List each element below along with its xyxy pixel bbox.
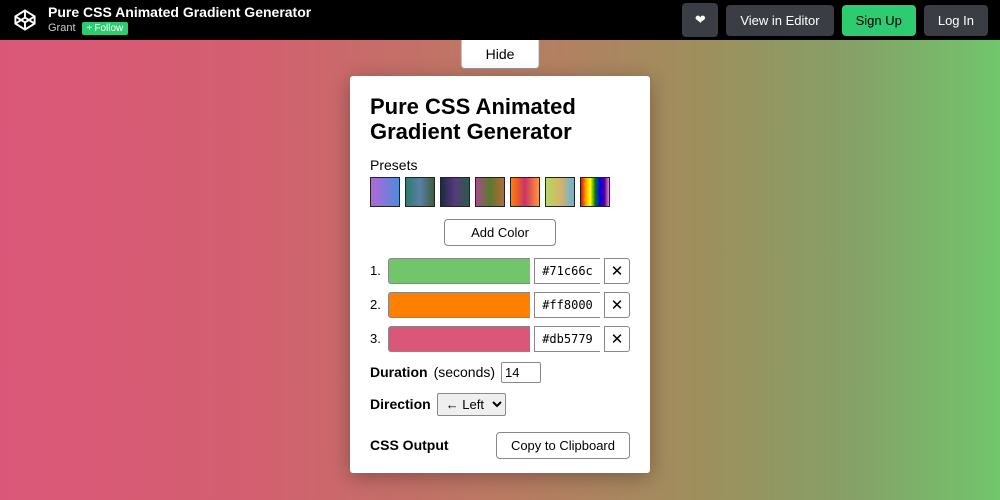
color-hex-1[interactable]: #71c66c [534, 258, 600, 284]
close-icon: ✕ [611, 296, 624, 314]
author-name[interactable]: Grant [48, 22, 76, 34]
login-button[interactable]: Log In [924, 5, 988, 36]
duration-label: Duration [370, 364, 428, 380]
preset-6[interactable] [545, 177, 575, 207]
close-icon: ✕ [611, 262, 624, 280]
preset-2[interactable] [405, 177, 435, 207]
view-editor-button[interactable]: View in Editor [726, 5, 833, 36]
color-index: 1. [370, 263, 384, 278]
heart-button[interactable]: ❤ [682, 3, 718, 37]
direction-select[interactable]: ← Left [437, 393, 506, 416]
color-index: 2. [370, 297, 384, 312]
pen-title: Pure CSS Animated Gradient Generator [48, 5, 311, 20]
duration-input[interactable] [501, 362, 541, 383]
follow-button[interactable]: + Follow [82, 22, 129, 35]
heart-icon: ❤ [695, 12, 706, 28]
output-row: CSS Output Copy to Clipboard [370, 432, 630, 459]
css-output-label: CSS Output [370, 437, 449, 453]
color-swatch-2[interactable] [388, 292, 530, 318]
color-hex-2[interactable]: #ff8000 [534, 292, 600, 318]
remove-color-2-button[interactable]: ✕ [604, 292, 630, 318]
copy-clipboard-button[interactable]: Copy to Clipboard [496, 432, 630, 459]
header-left: Pure CSS Animated Gradient Generator Gra… [12, 5, 311, 34]
color-swatch-1[interactable] [388, 258, 530, 284]
preset-1[interactable] [370, 177, 400, 207]
preset-7[interactable] [580, 177, 610, 207]
title-block: Pure CSS Animated Gradient Generator Gra… [48, 5, 311, 34]
duration-row: Duration (seconds) [370, 362, 630, 383]
preset-5[interactable] [510, 177, 540, 207]
control-panel: Pure CSS Animated Gradient Generator Pre… [350, 76, 650, 473]
codepen-logo-icon[interactable] [12, 7, 38, 33]
color-index: 3. [370, 331, 384, 346]
add-color-button[interactable]: Add Color [444, 219, 556, 246]
color-row-1: 1. #71c66c ✕ [370, 258, 630, 284]
hide-panel-button[interactable]: Hide [461, 40, 540, 69]
add-color-row: Add Color [370, 219, 630, 246]
gradient-preview: Hide Pure CSS Animated Gradient Generato… [0, 40, 1000, 500]
signup-button[interactable]: Sign Up [842, 5, 916, 36]
color-row-2: 2. #ff8000 ✕ [370, 292, 630, 318]
direction-label: Direction [370, 396, 431, 412]
color-swatch-3[interactable] [388, 326, 530, 352]
remove-color-1-button[interactable]: ✕ [604, 258, 630, 284]
app-header: Pure CSS Animated Gradient Generator Gra… [0, 0, 1000, 40]
presets-row [370, 177, 630, 207]
preset-4[interactable] [475, 177, 505, 207]
remove-color-3-button[interactable]: ✕ [604, 326, 630, 352]
color-hex-3[interactable]: #db5779 [534, 326, 600, 352]
preset-3[interactable] [440, 177, 470, 207]
direction-row: Direction ← Left [370, 393, 630, 416]
close-icon: ✕ [611, 330, 624, 348]
subline: Grant + Follow [48, 22, 311, 35]
duration-unit: (seconds) [434, 364, 495, 380]
color-row-3: 3. #db5779 ✕ [370, 326, 630, 352]
panel-heading: Pure CSS Animated Gradient Generator [370, 94, 630, 145]
presets-label: Presets [370, 157, 630, 173]
follow-label: Follow [94, 23, 123, 34]
plus-icon: + [87, 23, 93, 34]
header-right: ❤ View in Editor Sign Up Log In [682, 3, 988, 37]
